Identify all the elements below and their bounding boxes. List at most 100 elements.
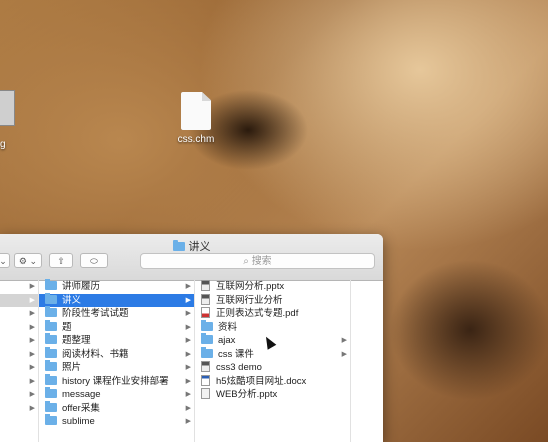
desktop-file-label: css.chm	[177, 134, 215, 145]
finder-column-4[interactable]	[351, 280, 383, 442]
share-icon: ⇧	[57, 256, 65, 266]
folder-icon	[45, 346, 57, 358]
finder-titlebar[interactable]: 讲义 ⌄ ⚙ ⌄ ⇧ ⬭ ⌕ 搜索	[0, 234, 383, 281]
finder-column-2[interactable]: 讲师履历 ▶ 讲义 ▶ 阶段性考试试题 ▶ 题 ▶ 题整理 ▶ 阅读材料、书籍 ▶ 照片 ▶ …	[39, 279, 195, 442]
chevron-right-icon: ▶	[185, 337, 191, 344]
item-label: 正则表达式专题.pdf	[216, 308, 299, 319]
finder-column-1[interactable]: ▶ ▶ ▶ ▶ ▶ ▶ ▶ ▶ ▶ ▶	[0, 280, 39, 442]
chevron-right-icon: ▶	[185, 350, 191, 358]
presentation-file-icon	[201, 388, 210, 399]
item-label: 讲师履历	[62, 281, 101, 292]
folder-item[interactable]: 题整理 ▶	[39, 333, 194, 348]
list-item[interactable]: ▶	[0, 334, 38, 348]
file-item[interactable]: h5炫酷项目网址.docx	[195, 374, 350, 389]
folder-icon	[45, 360, 57, 371]
item-label: sublime	[62, 416, 95, 427]
action-menu-button[interactable]: ⚙ ⌄	[14, 253, 42, 268]
item-label: WEB分析.pptx	[216, 389, 278, 400]
file-item[interactable]: WEB分析.pptx	[195, 388, 350, 402]
item-label: 题整理	[62, 335, 91, 346]
list-item[interactable]: ▶	[0, 348, 38, 362]
folder-item[interactable]: history 课程作业安排部署 ▶	[39, 373, 194, 389]
folder-icon	[45, 319, 57, 331]
item-label: 阅读材料、书籍	[62, 348, 129, 360]
folder-icon	[201, 333, 213, 344]
folder-icon	[45, 279, 57, 290]
list-item[interactable]: ▶	[0, 388, 38, 402]
window-title: 讲义	[0, 238, 383, 254]
list-item[interactable]: ▶	[0, 402, 38, 416]
chevron-right-icon: ▶	[341, 350, 347, 358]
item-label: 互联网行业分析	[216, 294, 283, 306]
list-item[interactable]: ▶	[0, 375, 38, 389]
folder-item[interactable]: css 课件 ▶	[195, 346, 350, 362]
chevron-right-icon: ▶	[185, 296, 191, 304]
chevron-right-icon: ▶	[185, 364, 191, 371]
chevron-right-icon: ▶	[185, 377, 191, 385]
list-item[interactable]: ▶	[0, 293, 38, 307]
folder-item[interactable]: offer采集 ▶	[39, 400, 194, 416]
chevron-right-icon: ▶	[185, 310, 191, 317]
chevron-right-icon: ▶	[29, 404, 35, 412]
chevron-right-icon: ▶	[29, 391, 35, 398]
folder-item[interactable]: 阶段性考试试题 ▶	[39, 306, 194, 321]
folder-icon	[172, 240, 185, 251]
folder-item[interactable]: sublime ▶	[39, 414, 194, 429]
tags-button[interactable]: ⬭	[80, 253, 108, 268]
desktop-file-icon-partial[interactable]	[0, 90, 15, 126]
item-label: css3 demo	[216, 362, 262, 373]
item-label: 题	[62, 321, 72, 333]
pdf-file-icon	[201, 307, 210, 318]
search-icon: ⌕	[243, 256, 249, 267]
chevron-right-icon: ▶	[29, 310, 35, 317]
folder-item[interactable]: 照片 ▶	[39, 360, 194, 375]
folder-item[interactable]: 讲师履历 ▶	[39, 279, 194, 294]
chevron-right-icon: ▶	[185, 404, 191, 412]
folder-item[interactable]: 题 ▶	[39, 319, 194, 335]
item-label: offer采集	[62, 402, 100, 414]
share-button[interactable]: ⇧	[49, 253, 73, 268]
folder-icon	[45, 292, 57, 304]
chevron-right-icon: ▶	[29, 364, 35, 371]
chevron-right-icon: ▶	[185, 283, 191, 290]
item-label: 互联网分析.pptx	[216, 281, 285, 292]
gear-icon: ⚙	[18, 256, 27, 266]
folder-icon	[45, 373, 57, 385]
folder-item[interactable]: message ▶	[39, 387, 194, 402]
chevron-right-icon: ▶	[29, 350, 35, 358]
file-item[interactable]: css3 demo	[195, 361, 350, 375]
chevron-right-icon: ▶	[185, 418, 191, 425]
folder-item[interactable]: 阅读材料、书籍 ▶	[39, 346, 194, 362]
window-title-text: 讲义	[188, 241, 211, 253]
folder-icon	[45, 414, 57, 425]
presentation-file-icon	[201, 280, 210, 291]
folder-item[interactable]: 资料	[195, 319, 350, 335]
chevron-down-icon: ⌄	[0, 256, 7, 266]
chevron-right-icon: ▶	[29, 296, 35, 304]
document-file-icon	[201, 361, 210, 372]
chevron-right-icon: ▶	[185, 323, 191, 331]
file-item[interactable]: 正则表达式专题.pdf	[195, 307, 350, 321]
list-item[interactable]: ▶	[0, 361, 38, 375]
item-label: history 课程作业安排部署	[62, 375, 169, 387]
chevron-right-icon: ▶	[341, 337, 347, 344]
folder-icon	[45, 306, 57, 317]
list-item[interactable]: ▶	[0, 307, 38, 321]
list-item[interactable]: ▶	[0, 321, 38, 335]
search-field[interactable]: ⌕ 搜索	[140, 253, 375, 269]
item-label: h5炫酷项目网址.docx	[216, 375, 307, 387]
folder-item-selected[interactable]: 讲义 ▶	[39, 292, 194, 307]
finder-column-3[interactable]: 互联网分析.pptx 互联网行业分析 正则表达式专题.pdf 资料 ajax ▶ …	[195, 280, 351, 442]
chevron-right-icon: ▶	[29, 337, 35, 344]
list-item[interactable]: ▶	[0, 280, 38, 294]
word-file-icon	[201, 374, 210, 386]
chevron-right-icon: ▶	[29, 377, 35, 385]
file-item[interactable]: 互联网分析.pptx	[195, 280, 350, 294]
view-mode-button[interactable]: ⌄	[0, 253, 10, 268]
tag-icon: ⬭	[90, 256, 98, 266]
chevron-down-icon: ⌄	[29, 256, 38, 266]
folder-icon	[45, 333, 57, 344]
file-item[interactable]: 互联网行业分析	[195, 293, 350, 308]
item-label: 资料	[218, 321, 238, 333]
desktop-file-css-chm[interactable]: css.chm	[170, 92, 222, 145]
